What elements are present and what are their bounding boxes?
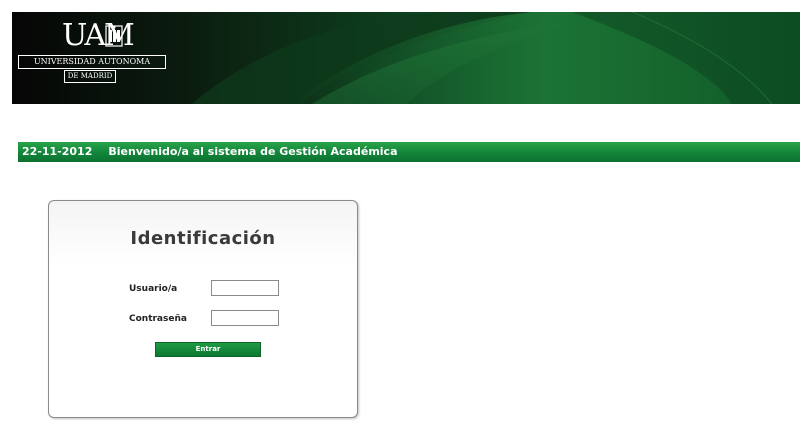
password-input[interactable]	[211, 310, 279, 326]
login-button[interactable]: Entrar	[155, 342, 261, 357]
university-city: DE MADRID	[64, 70, 116, 83]
uam-logo[interactable]: UAM UNIVERSIDAD AUTONOMA DE MADRID	[18, 20, 168, 90]
login-title: Identificación	[130, 228, 276, 249]
current-date: 22-11-2012	[22, 145, 93, 158]
login-panel: Identificación Usuario/a Contraseña Entr…	[48, 200, 358, 418]
header-banner: UAM UNIVERSIDAD AUTONOMA DE MADRID	[12, 12, 800, 104]
password-label: Contraseña	[129, 314, 187, 324]
username-input[interactable]	[211, 280, 279, 296]
crest-icon	[105, 25, 123, 47]
page: UAM UNIVERSIDAD AUTONOMA DE MADRID 22-11…	[0, 0, 800, 421]
university-name: UNIVERSIDAD AUTONOMA	[18, 55, 166, 69]
welcome-message: Bienvenido/a al sistema de Gestión Acadé…	[108, 145, 398, 158]
welcome-bar: 22-11-2012 Bienvenido/a al sistema de Ges…	[18, 142, 800, 162]
username-label: Usuario/a	[129, 284, 178, 294]
